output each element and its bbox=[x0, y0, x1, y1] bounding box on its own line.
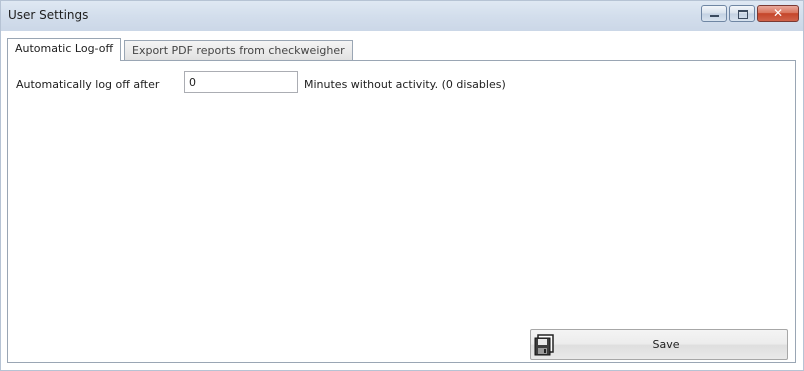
tab-automatic-log-off[interactable]: Automatic Log-off bbox=[7, 38, 122, 61]
tab-export-pdf-reports[interactable]: Export PDF reports from checkweigher bbox=[124, 40, 353, 60]
autologoff-suffix: Minutes without activity. (0 disables) bbox=[304, 78, 506, 91]
tab-strip: Automatic Log-off Export PDF reports fro… bbox=[7, 38, 797, 61]
close-icon: ✕ bbox=[772, 6, 784, 20]
save-button-label: Save bbox=[652, 338, 680, 351]
window-controls: ✕ bbox=[699, 5, 799, 23]
maximize-icon bbox=[738, 10, 748, 19]
user-settings-window: User Settings ✕ Automatic Log-off Export… bbox=[0, 0, 804, 371]
window-title: User Settings bbox=[8, 8, 89, 22]
maximize-button[interactable] bbox=[729, 5, 755, 22]
title-bar[interactable]: User Settings ✕ bbox=[1, 1, 803, 31]
minimize-button[interactable] bbox=[701, 5, 727, 22]
tab-panel-automatic-log-off bbox=[7, 60, 796, 363]
autologoff-minutes-input[interactable] bbox=[184, 71, 298, 93]
minimize-icon bbox=[710, 15, 719, 17]
save-button[interactable]: Save bbox=[530, 329, 788, 360]
autologoff-label: Automatically log off after bbox=[16, 78, 160, 91]
close-button[interactable]: ✕ bbox=[757, 5, 799, 22]
